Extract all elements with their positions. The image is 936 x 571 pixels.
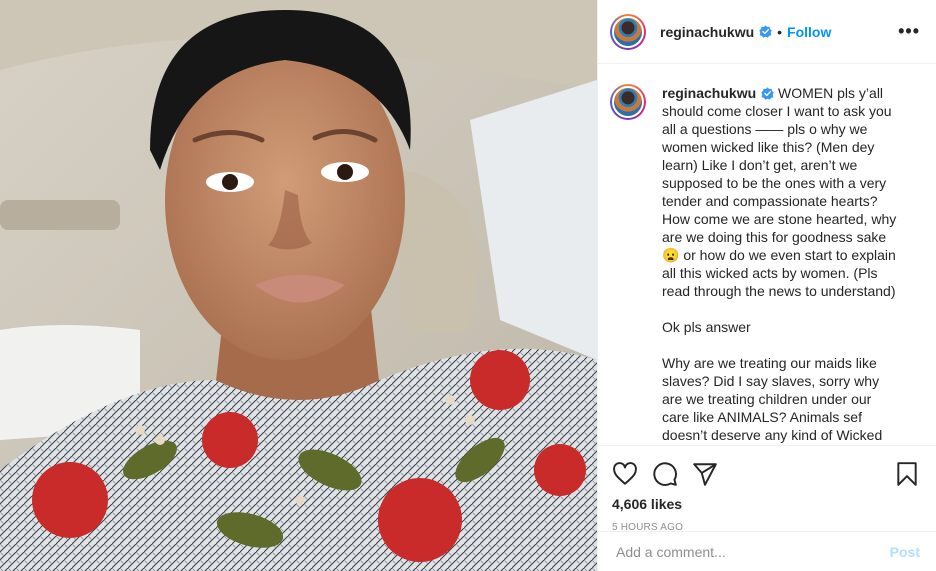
caption-text: reginachukwu WOMEN pls y’all should come… (662, 84, 902, 444)
instagram-post: reginachukwu • Follow ••• reginachukwu W… (0, 0, 936, 571)
post-comment-button[interactable]: Post (890, 544, 920, 560)
comment-icon[interactable] (652, 461, 678, 487)
avatar-image (612, 86, 644, 118)
follow-button[interactable]: Follow (787, 24, 831, 40)
avatar[interactable] (610, 13, 646, 50)
post-sidebar: reginachukwu • Follow ••• reginachukwu W… (597, 0, 936, 571)
caption-avatar[interactable] (610, 84, 646, 120)
caption-paragraph-3: Why are we treating our maids like slave… (662, 355, 883, 443)
caption: reginachukwu WOMEN pls y’all should come… (610, 84, 920, 444)
header-username[interactable]: reginachukwu (660, 24, 754, 40)
add-comment-bar: Post (598, 531, 936, 571)
avatar-image (612, 15, 644, 48)
caption-username[interactable]: reginachukwu (662, 85, 756, 101)
caption-paragraph-2: Ok pls answer (662, 319, 751, 335)
verified-badge-icon (761, 87, 774, 100)
likes-count[interactable]: 4,606 likes (612, 496, 920, 512)
post-header: reginachukwu • Follow ••• (598, 0, 936, 64)
verified-badge-icon (759, 25, 772, 38)
share-icon[interactable] (692, 461, 718, 487)
action-icons (612, 454, 920, 494)
more-options-button[interactable]: ••• (898, 21, 920, 42)
separator-dot: • (777, 23, 783, 40)
caption-paragraph-1: WOMEN pls y’all should come closer I wan… (662, 85, 901, 299)
bookmark-icon[interactable] (894, 461, 920, 487)
comment-input[interactable] (614, 542, 890, 561)
selfie-image (0, 0, 597, 571)
comments-section[interactable]: reginachukwu WOMEN pls y’all should come… (598, 64, 936, 445)
post-actions: 4,606 likes 5 HOURS AGO Post (598, 445, 936, 571)
heart-icon[interactable] (612, 461, 638, 487)
post-photo[interactable] (0, 0, 597, 571)
